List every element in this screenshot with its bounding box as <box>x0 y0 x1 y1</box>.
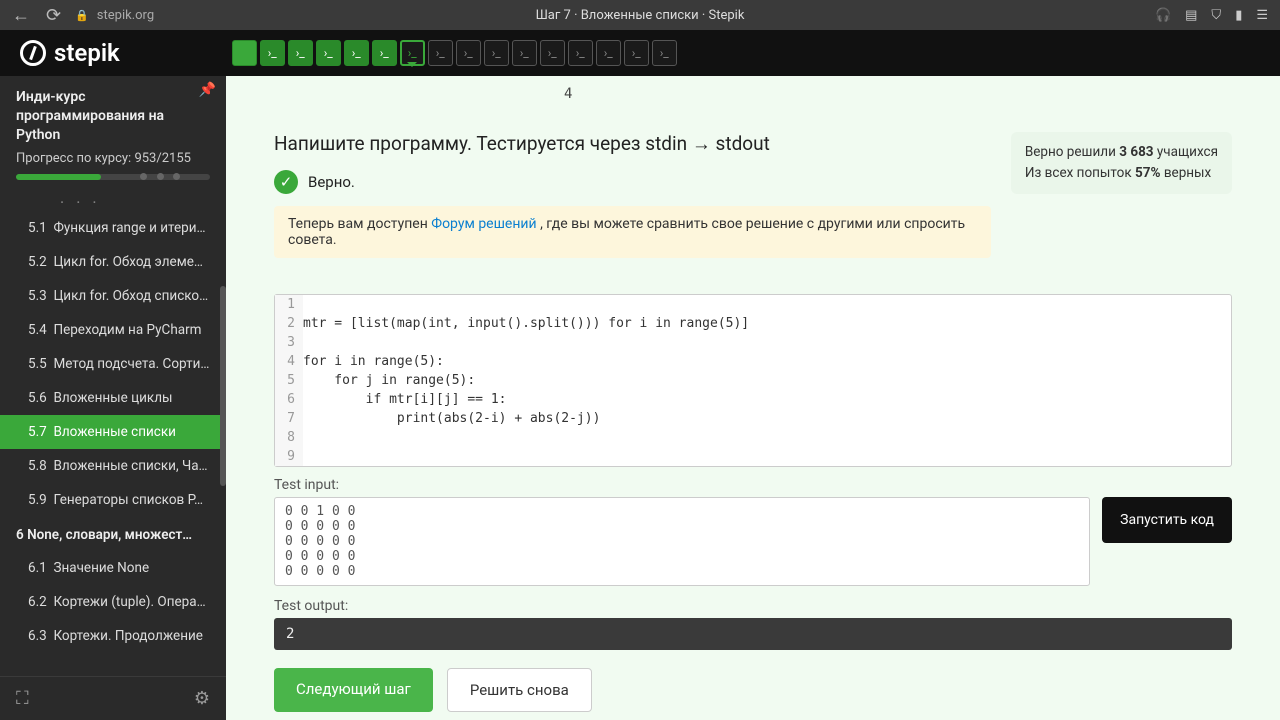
solve-again-button[interactable]: Решить снова <box>447 668 592 712</box>
forum-link[interactable]: Форум решений <box>431 216 536 232</box>
lesson-5-7-active[interactable]: 5.7 Вложенные списки <box>0 415 226 449</box>
code-line: 8 <box>275 428 1231 447</box>
lesson-5-4[interactable]: 5.4 Переходим на PyCharm <box>0 313 226 347</box>
step-1[interactable] <box>232 40 257 66</box>
library-icon[interactable]: ▤ <box>1185 8 1197 23</box>
step-11[interactable]: ›_ <box>512 40 537 66</box>
test-input-label: Test input: <box>274 477 1232 493</box>
step-8[interactable]: ›_ <box>428 40 453 66</box>
browser-chrome: ← ⟳ 🔒 stepik.org Шаг 7 · Вложенные списк… <box>0 0 1280 30</box>
step-6[interactable]: ›_ <box>372 40 397 66</box>
progress-label: Прогресс по курсу: <box>16 151 131 166</box>
test-input-box[interactable]: 0 0 1 0 0 0 0 0 0 0 0 0 0 0 0 0 0 0 0 0 … <box>274 497 1090 586</box>
test-output-box: 2 <box>274 618 1232 650</box>
code-line: 5 for j in range(5): <box>275 371 1231 390</box>
progress-bar <box>16 174 210 180</box>
code-line: 3 <box>275 333 1231 352</box>
logo-icon <box>20 40 46 66</box>
code-line: 6 if mtr[i][j] == 1: <box>275 390 1231 409</box>
step-9[interactable]: ›_ <box>456 40 481 66</box>
code-editor[interactable]: 12mtr = [list(map(int, input().split()))… <box>274 294 1232 467</box>
course-title: Инди-курс программирования на Python <box>16 88 210 145</box>
code-line: 9 <box>275 447 1231 466</box>
step-16[interactable]: ›_ <box>652 40 677 66</box>
step-5[interactable]: ›_ <box>344 40 369 66</box>
shield-icon[interactable]: ⛉ <box>1211 8 1221 23</box>
lesson-5-6[interactable]: 5.6 Вложенные циклы <box>0 381 226 415</box>
step-14[interactable]: ›_ <box>596 40 621 66</box>
gear-icon[interactable]: ⚙ <box>194 688 210 709</box>
next-step-button[interactable]: Следующий шаг <box>274 668 433 712</box>
step-12[interactable]: ›_ <box>540 40 565 66</box>
lesson-6-2[interactable]: 6.2 Кортежи (tuple). Опера… <box>0 585 226 619</box>
run-code-button[interactable]: Запустить код <box>1102 497 1232 543</box>
test-output-label: Test output: <box>274 598 1232 614</box>
lesson-5-5[interactable]: 5.5 Метод подсчета. Сорти… <box>0 347 226 381</box>
section-6-head[interactable]: 6 None, словари, множест… <box>0 517 226 551</box>
url-bar[interactable]: 🔒 stepik.org <box>75 8 154 23</box>
check-icon: ✓ <box>274 170 298 194</box>
stepik-logo[interactable]: stepik <box>20 39 120 67</box>
lesson-5-2[interactable]: 5.2 Цикл for. Обход элемен… <box>0 245 226 279</box>
lesson-6-1[interactable]: 6.1 Значение None <box>0 551 226 585</box>
lesson-list: 5.1 Функция range и итери… 5.2 Цикл for.… <box>0 211 226 676</box>
app-header: stepik ›_ ›_ ›_ ›_ ›_ ›_ ›_ ›_ ›_ ›_ ›_ … <box>0 30 1280 76</box>
steps-bar: ›_ ›_ ›_ ›_ ›_ ›_ ›_ ›_ ›_ ›_ ›_ ›_ ›_ ›… <box>232 40 677 66</box>
step-7-current[interactable]: ›_ <box>400 40 425 66</box>
step-4[interactable]: ›_ <box>316 40 341 66</box>
lesson-5-8[interactable]: 5.8 Вложенные списки, Ча… <box>0 449 226 483</box>
step-2[interactable]: ›_ <box>260 40 285 66</box>
forum-notice: Теперь вам доступен Форум решений , где … <box>274 206 991 258</box>
tab-title: Шаг 7 · Вложенные списки · Stepik <box>536 8 745 23</box>
lesson-6-3[interactable]: 6.3 Кортежи. Продолжение <box>0 619 226 653</box>
step-13[interactable]: ›_ <box>568 40 593 66</box>
profile-icon[interactable]: ☰ <box>1256 8 1268 23</box>
logo-text: stepik <box>54 39 120 67</box>
fullscreen-icon[interactable]: ⛶ <box>16 688 29 709</box>
reload-icon[interactable]: ⟳ <box>46 5 61 26</box>
code-line: 2mtr = [list(map(int, input().split())) … <box>275 314 1231 333</box>
code-line: 7 print(abs(2-i) + abs(2-j)) <box>275 409 1231 428</box>
lesson-5-3[interactable]: 5.3 Цикл for. Обход списко… <box>0 279 226 313</box>
code-line: 1 <box>275 295 1231 314</box>
step-15[interactable]: ›_ <box>624 40 649 66</box>
bookmark-icon[interactable]: ▮ <box>1235 8 1242 23</box>
pin-icon[interactable]: 📌 <box>199 82 216 98</box>
sidebar: 📌 Инди-курс программирования на Python П… <box>0 76 226 720</box>
task-title: Напишите программу. Тестируется через st… <box>274 132 991 156</box>
stats-box: Верно решили 3 683 учащихся Из всех попы… <box>1011 132 1232 194</box>
lesson-5-1[interactable]: 5.1 Функция range и итери… <box>0 211 226 245</box>
step-10[interactable]: ›_ <box>484 40 509 66</box>
code-line: 4for i in range(5): <box>275 352 1231 371</box>
lesson-5-9[interactable]: 5.9 Генераторы списков P… <box>0 483 226 517</box>
step-3[interactable]: ›_ <box>288 40 313 66</box>
back-icon[interactable]: ← <box>12 5 30 26</box>
lock-icon: 🔒 <box>75 9 89 22</box>
url-host: stepik.org <box>97 8 154 23</box>
progress-value: 953/2155 <box>134 151 191 166</box>
verdict-text: Верно. <box>308 173 355 191</box>
headphones-icon[interactable]: 🎧 <box>1155 8 1171 23</box>
tiny-output-num: 4 <box>564 86 572 102</box>
main-content: 4 Напишите программу. Тестируется через … <box>226 76 1280 720</box>
